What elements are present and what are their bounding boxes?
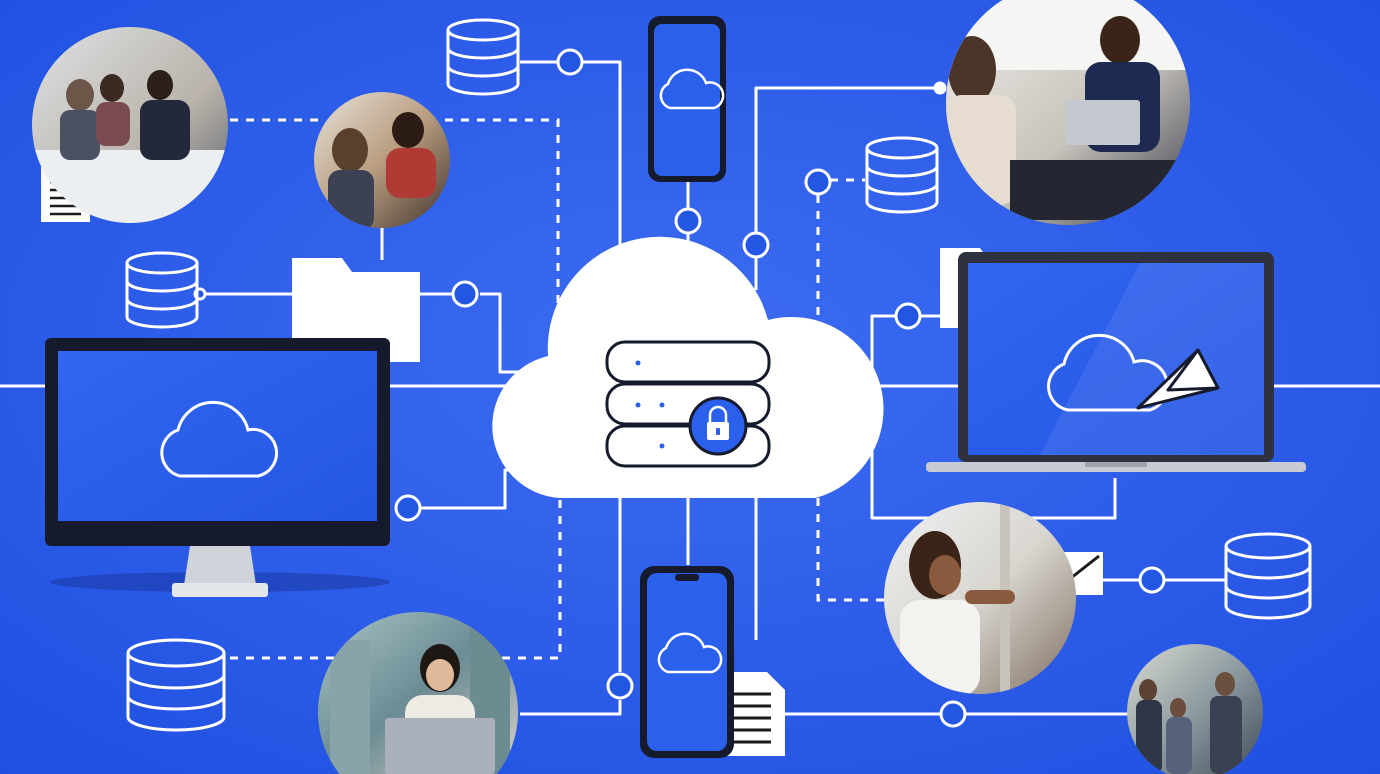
lock-icon: [688, 396, 748, 456]
smartphone-icon: [640, 566, 734, 758]
server-rack-icon: [605, 340, 771, 468]
laptop-icon: [926, 252, 1306, 472]
cloud-network-diagram: [0, 0, 1380, 774]
smartphone-icon: [648, 16, 726, 182]
business-men-photo: [1127, 644, 1263, 774]
